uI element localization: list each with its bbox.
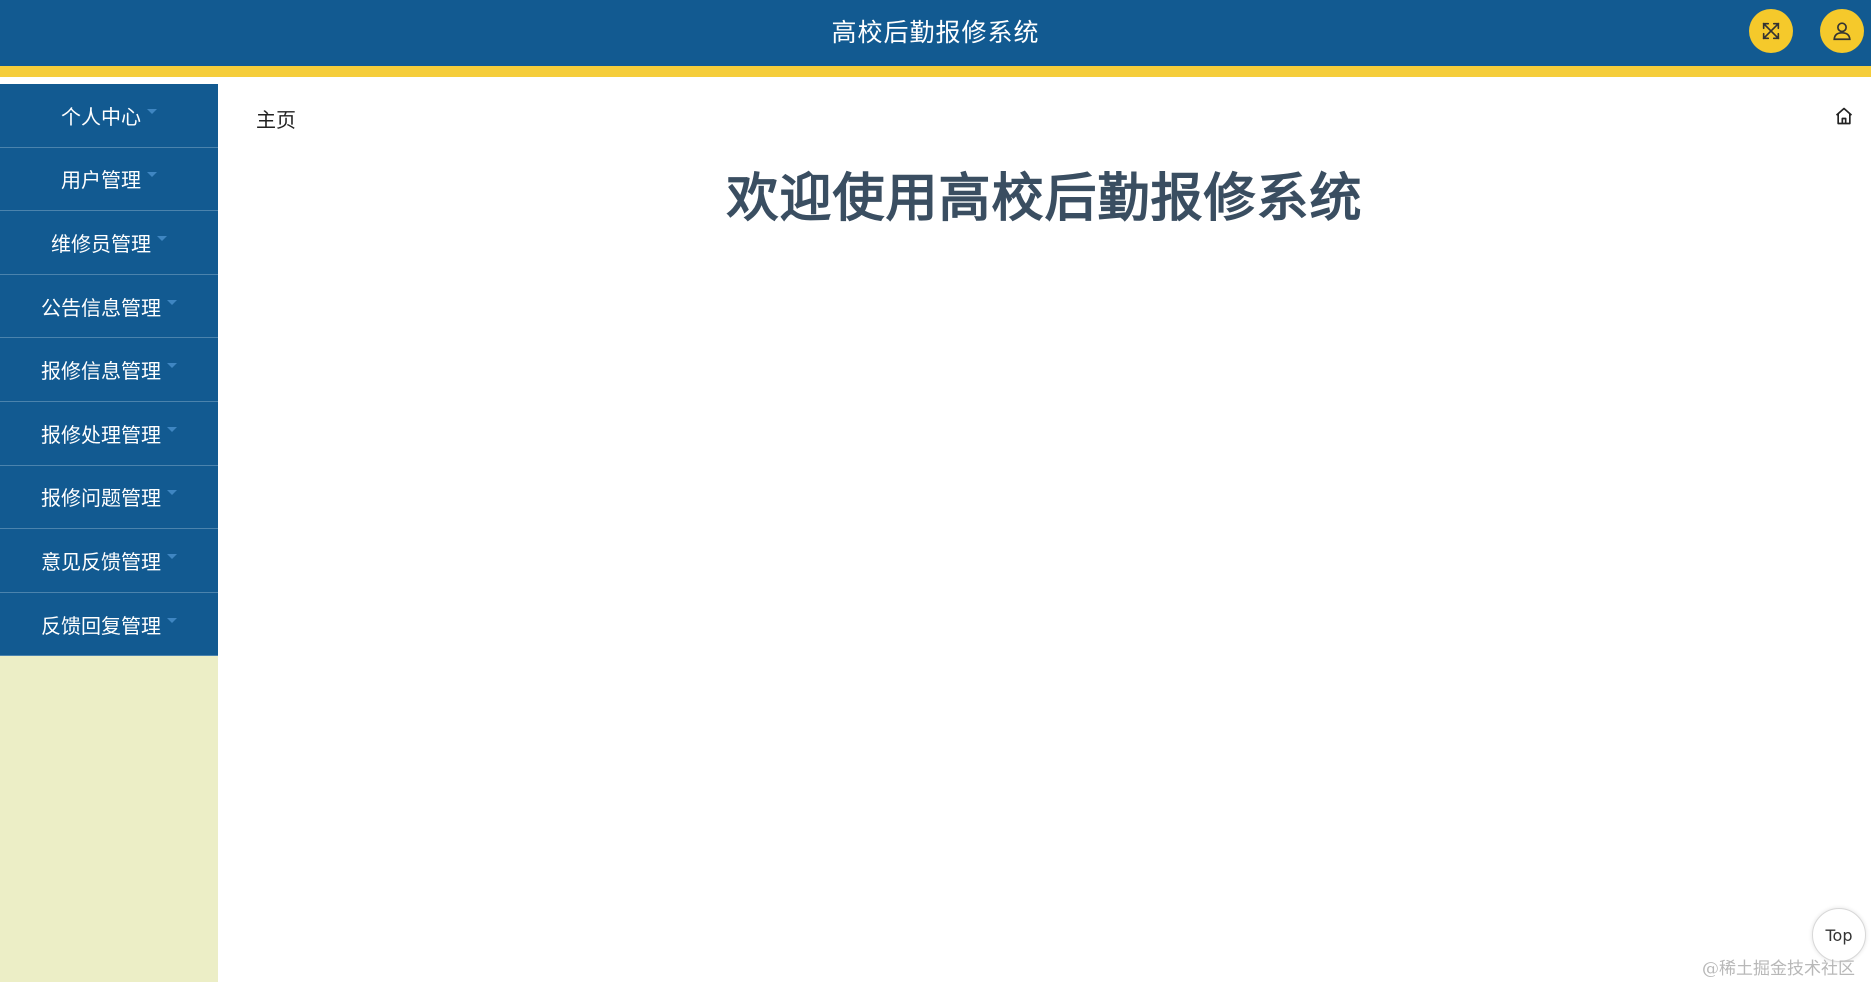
fullscreen-icon <box>1762 22 1780 40</box>
user-button[interactable] <box>1820 9 1864 53</box>
caret-down-icon <box>147 108 157 114</box>
sidebar-item-label: 反馈回复管理 <box>41 613 161 638</box>
app-title: 高校后勤报修系统 <box>831 18 1040 47</box>
home-icon[interactable] <box>1834 106 1854 126</box>
sidebar-item-repairman-management[interactable]: 维修员管理 <box>0 211 218 275</box>
sidebar-item-label: 报修处理管理 <box>41 422 161 447</box>
breadcrumb[interactable]: 主页 <box>256 104 296 133</box>
welcome-heading: 欢迎使用高校后勤报修系统 <box>726 169 1363 229</box>
sidebar-item-repair-processing-management[interactable]: 报修处理管理 <box>0 401 218 466</box>
sidebar-item-label: 个人中心 <box>61 104 141 129</box>
caret-down-icon <box>167 490 177 496</box>
fullscreen-button[interactable] <box>1749 9 1793 53</box>
sidebar-item-announcement-management[interactable]: 公告信息管理 <box>0 274 218 339</box>
sidebar-item-feedback-management[interactable]: 意见反馈管理 <box>0 529 218 593</box>
sidebar: 个人中心 用户管理 维修员管理 公告信息管理 报修信息管理 报修处理管理 报修问… <box>0 84 218 982</box>
sidebar-item-label: 报修信息管理 <box>41 359 161 384</box>
watermark: @稀土掘金技术社区 <box>1702 959 1855 979</box>
sidebar-item-label: 用户管理 <box>61 168 141 193</box>
caret-down-icon <box>167 363 177 369</box>
sidebar-item-repair-info-management[interactable]: 报修信息管理 <box>0 338 218 402</box>
sidebar-item-label: 意见反馈管理 <box>41 549 161 574</box>
caret-down-icon <box>147 172 157 178</box>
sidebar-item-personal-center[interactable]: 个人中心 <box>0 84 218 148</box>
caret-down-icon <box>167 617 177 623</box>
sidebar-item-feedback-reply-management[interactable]: 反馈回复管理 <box>0 592 218 657</box>
top-header: 高校后勤报修系统 <box>0 0 1871 66</box>
caret-down-icon <box>167 426 177 432</box>
user-icon <box>1833 22 1851 41</box>
sidebar-item-repair-issue-management[interactable]: 报修问题管理 <box>0 465 218 530</box>
caret-down-icon <box>167 299 177 305</box>
caret-down-icon <box>157 235 167 241</box>
sidebar-item-user-management[interactable]: 用户管理 <box>0 147 218 212</box>
sidebar-item-label: 维修员管理 <box>51 231 151 256</box>
header-accent-stripe <box>0 66 1871 77</box>
main-content: 主页 欢迎使用高校后勤报修系统 <box>218 84 1871 982</box>
sidebar-item-label: 公告信息管理 <box>41 295 161 320</box>
caret-down-icon <box>167 553 177 559</box>
sidebar-item-label: 报修问题管理 <box>41 486 161 511</box>
